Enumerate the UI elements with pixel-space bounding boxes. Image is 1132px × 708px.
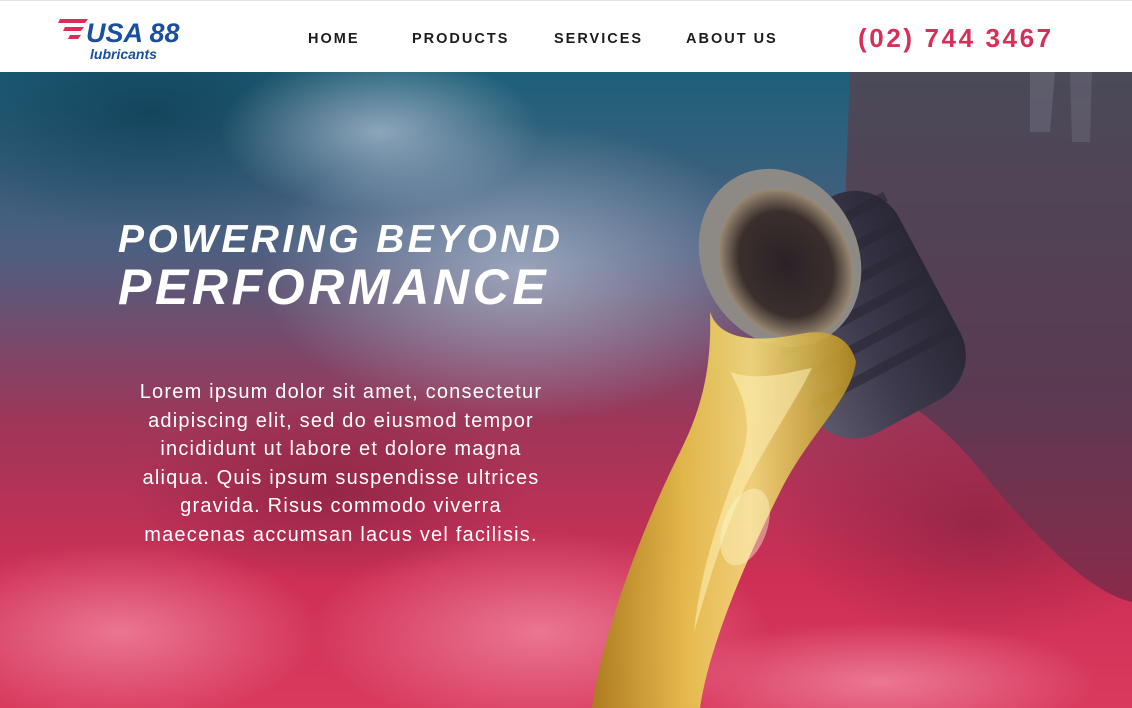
hero-description-line: adipiscing elit, sed do eiusmod tempor: [148, 409, 534, 432]
nav-products[interactable]: PRODUCTS: [412, 31, 509, 47]
hero-section: POWERING BEYOND PERFORMANCE Lorem ipsum …: [0, 72, 1132, 708]
usa88-logo[interactable]: USA 88 lubricants: [58, 15, 208, 63]
hero-description-line: incididunt ut labore et dolore magna: [160, 438, 522, 460]
hero-description-line: gravida. Risus commodo viverra: [180, 495, 502, 517]
svg-text:USA 88: USA 88: [86, 18, 180, 48]
hero-title-line-2: PERFORMANCE: [118, 259, 550, 315]
site-header: USA 88 lubricants HOME PRODUCTS SERVICES…: [0, 0, 1132, 72]
hero-description: Lorem ipsum dolor sit amet, consectetur …: [112, 378, 570, 549]
nav-home[interactable]: HOME: [308, 31, 360, 47]
nav-about-us[interactable]: ABOUT US: [686, 31, 778, 47]
svg-text:lubricants: lubricants: [90, 46, 157, 62]
phone-number-link[interactable]: (02) 744 3467: [858, 23, 1054, 54]
hero-description-line: Lorem ipsum dolor sit amet, consectetur: [139, 381, 543, 403]
hero-description-line: aliqua. Quis ipsum suspendisse ultrices: [142, 466, 540, 489]
hero-title-line-1: POWERING BEYOND: [118, 218, 564, 261]
hero-description-line: maecenas accumsan lacus vel facilisis.: [144, 523, 538, 546]
nav-services[interactable]: SERVICES: [554, 31, 643, 47]
